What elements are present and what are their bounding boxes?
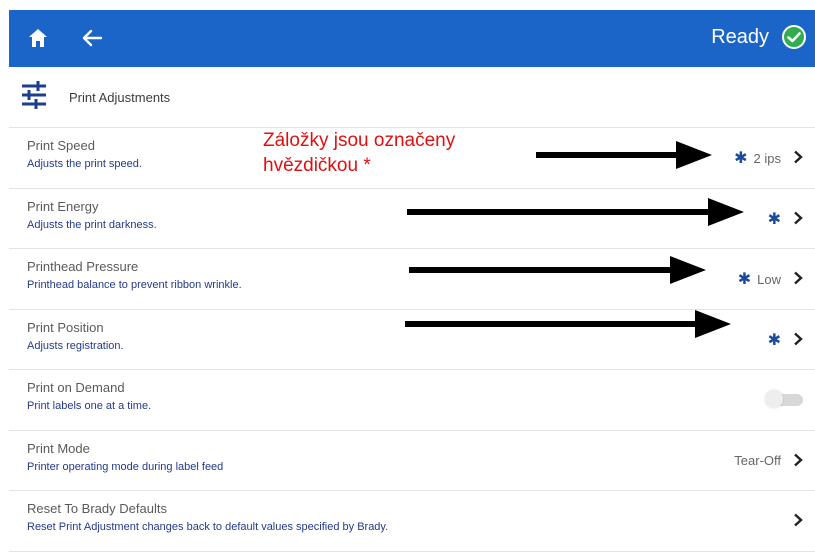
setting-description: Reset Print Adjustment changes back to d… <box>27 521 389 533</box>
setting-value-text: Low <box>757 271 781 287</box>
setting-label: Print Mode <box>27 440 90 456</box>
setting-value: Tear-Off <box>734 453 781 468</box>
bookmark-star-icon: ✱ <box>767 331 781 349</box>
setting-value: ✱ Low <box>737 271 781 288</box>
setting-value: ✱ <box>768 211 781 227</box>
page-title: Print Adjustments <box>69 90 171 105</box>
home-icon[interactable] <box>27 27 49 49</box>
setting-label: Print Position <box>27 319 104 335</box>
settings-list: Print Speed Adjusts the print speed. ✱ 2… <box>9 128 815 552</box>
setting-description: Print labels one at a time. <box>27 400 152 412</box>
setting-description: Adjusts the print speed. <box>27 158 142 170</box>
setting-value-text: 2 ips <box>753 150 781 166</box>
chevron-right-icon[interactable] <box>793 513 803 527</box>
annotation-note: Záložky jsou označeny hvězdičkou * <box>263 128 543 178</box>
setting-print-on-demand: Print on Demand Print labels one at a ti… <box>9 370 815 431</box>
chevron-right-icon[interactable] <box>793 211 803 225</box>
setting-print-position[interactable]: Print Position Adjusts registration. ✱ <box>9 309 815 370</box>
bookmark-star-icon: ✱ <box>734 150 748 167</box>
setting-value: ✱ <box>768 332 781 348</box>
status-text: Ready <box>711 26 769 48</box>
setting-description: Adjusts registration. <box>27 339 124 352</box>
setting-label: Printhead Pressure <box>27 259 139 274</box>
annotation-line-2: hvězdičkou * <box>263 155 371 176</box>
setting-label: Print Speed <box>27 138 95 153</box>
setting-label: Reset To Brady Defaults <box>27 501 167 516</box>
chevron-right-icon[interactable] <box>793 150 803 164</box>
back-arrow-icon[interactable] <box>81 27 103 49</box>
chevron-right-icon[interactable] <box>793 271 803 285</box>
print-on-demand-toggle[interactable] <box>765 390 805 408</box>
setting-description: Printhead balance to prevent ribbon wrin… <box>27 279 242 291</box>
setting-label: Print Energy <box>27 198 99 214</box>
toggle-knob <box>765 390 783 408</box>
setting-printhead-pressure[interactable]: Printhead Pressure Printhead balance to … <box>9 249 815 310</box>
setting-print-energy[interactable]: Print Energy Adjusts the print darkness.… <box>9 188 815 249</box>
top-bar: Ready <box>9 10 815 67</box>
setting-value-text: Tear-Off <box>734 452 781 468</box>
setting-label: Print on Demand <box>27 380 125 395</box>
setting-reset-defaults[interactable]: Reset To Brady Defaults Reset Print Adju… <box>9 491 815 552</box>
annotation-line-1: Záložky jsou označeny <box>263 130 456 151</box>
bookmark-star-icon: ✱ <box>767 210 781 228</box>
bookmark-star-icon: ✱ <box>737 271 752 288</box>
setting-print-mode[interactable]: Print Mode Printer operating mode during… <box>9 430 815 491</box>
ready-check-icon <box>782 25 806 49</box>
setting-value: ✱ 2 ips <box>734 150 781 167</box>
sliders-icon <box>22 81 46 109</box>
section-header: Print Adjustments <box>9 67 815 128</box>
chevron-right-icon[interactable] <box>793 453 803 467</box>
setting-description: Adjusts the print darkness. <box>27 218 157 231</box>
chevron-right-icon[interactable] <box>793 332 803 346</box>
setting-description: Printer operating mode during label feed <box>27 460 224 473</box>
